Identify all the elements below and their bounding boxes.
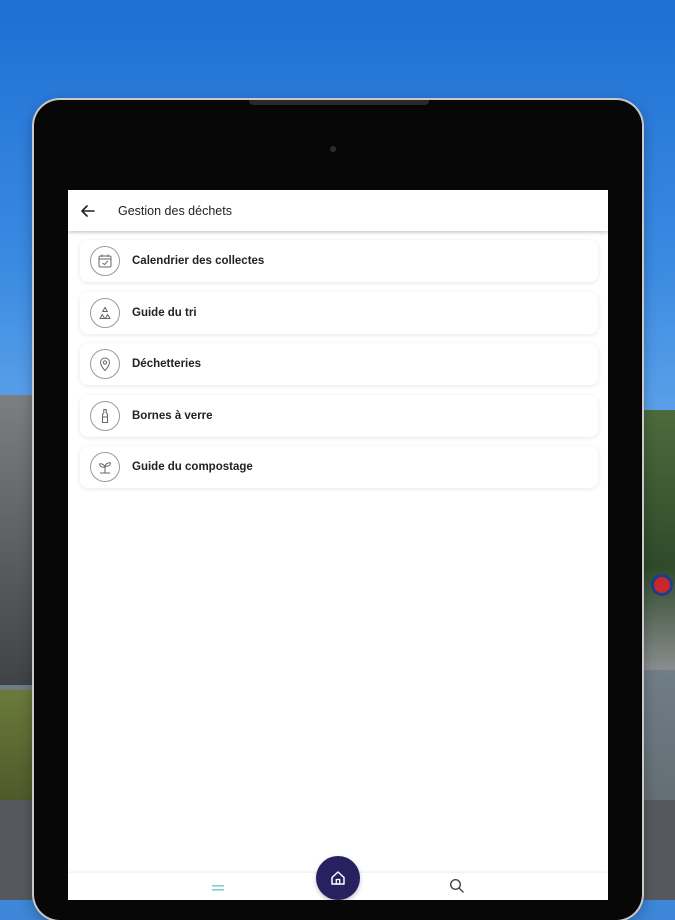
app-screen: Gestion des déchets Calendrier des colle… xyxy=(68,190,608,900)
menu-item-guide-tri[interactable]: Guide du tri xyxy=(80,291,598,334)
page-title: Gestion des déchets xyxy=(118,203,232,218)
back-button[interactable] xyxy=(68,190,108,231)
app-bar: Gestion des déchets xyxy=(68,190,608,231)
menu-item-compostage[interactable]: Guide du compostage xyxy=(80,446,598,488)
hamburger-menu-icon[interactable] xyxy=(211,882,225,894)
menu-item-dechetteries[interactable]: Déchetteries xyxy=(80,343,598,385)
recycle-icon xyxy=(90,297,120,328)
menu-list: Calendrier des collectes Guide du tri Dé… xyxy=(80,240,598,498)
menu-item-label: Bornes à verre xyxy=(132,409,213,422)
background-road-sign xyxy=(651,574,673,596)
menu-item-label: Calendrier des collectes xyxy=(132,255,265,267)
menu-item-calendrier[interactable]: Calendrier des collectes xyxy=(80,240,598,282)
tablet-notch xyxy=(249,100,429,105)
home-icon xyxy=(331,871,345,885)
map-pin-icon xyxy=(90,349,120,379)
menu-item-label: Déchetteries xyxy=(132,358,202,370)
sprout-icon xyxy=(90,452,120,482)
menu-item-label: Guide du tri xyxy=(132,306,197,319)
arrow-left-icon xyxy=(81,204,95,217)
camera-icon xyxy=(330,146,336,152)
menu-item-bornes-verre[interactable]: Bornes à verre xyxy=(80,394,598,437)
menu-item-label: Guide du compostage xyxy=(132,461,253,473)
calendar-check-icon xyxy=(90,246,120,276)
home-button[interactable] xyxy=(316,856,360,900)
search-icon[interactable] xyxy=(448,877,466,895)
bottle-icon xyxy=(90,400,120,431)
